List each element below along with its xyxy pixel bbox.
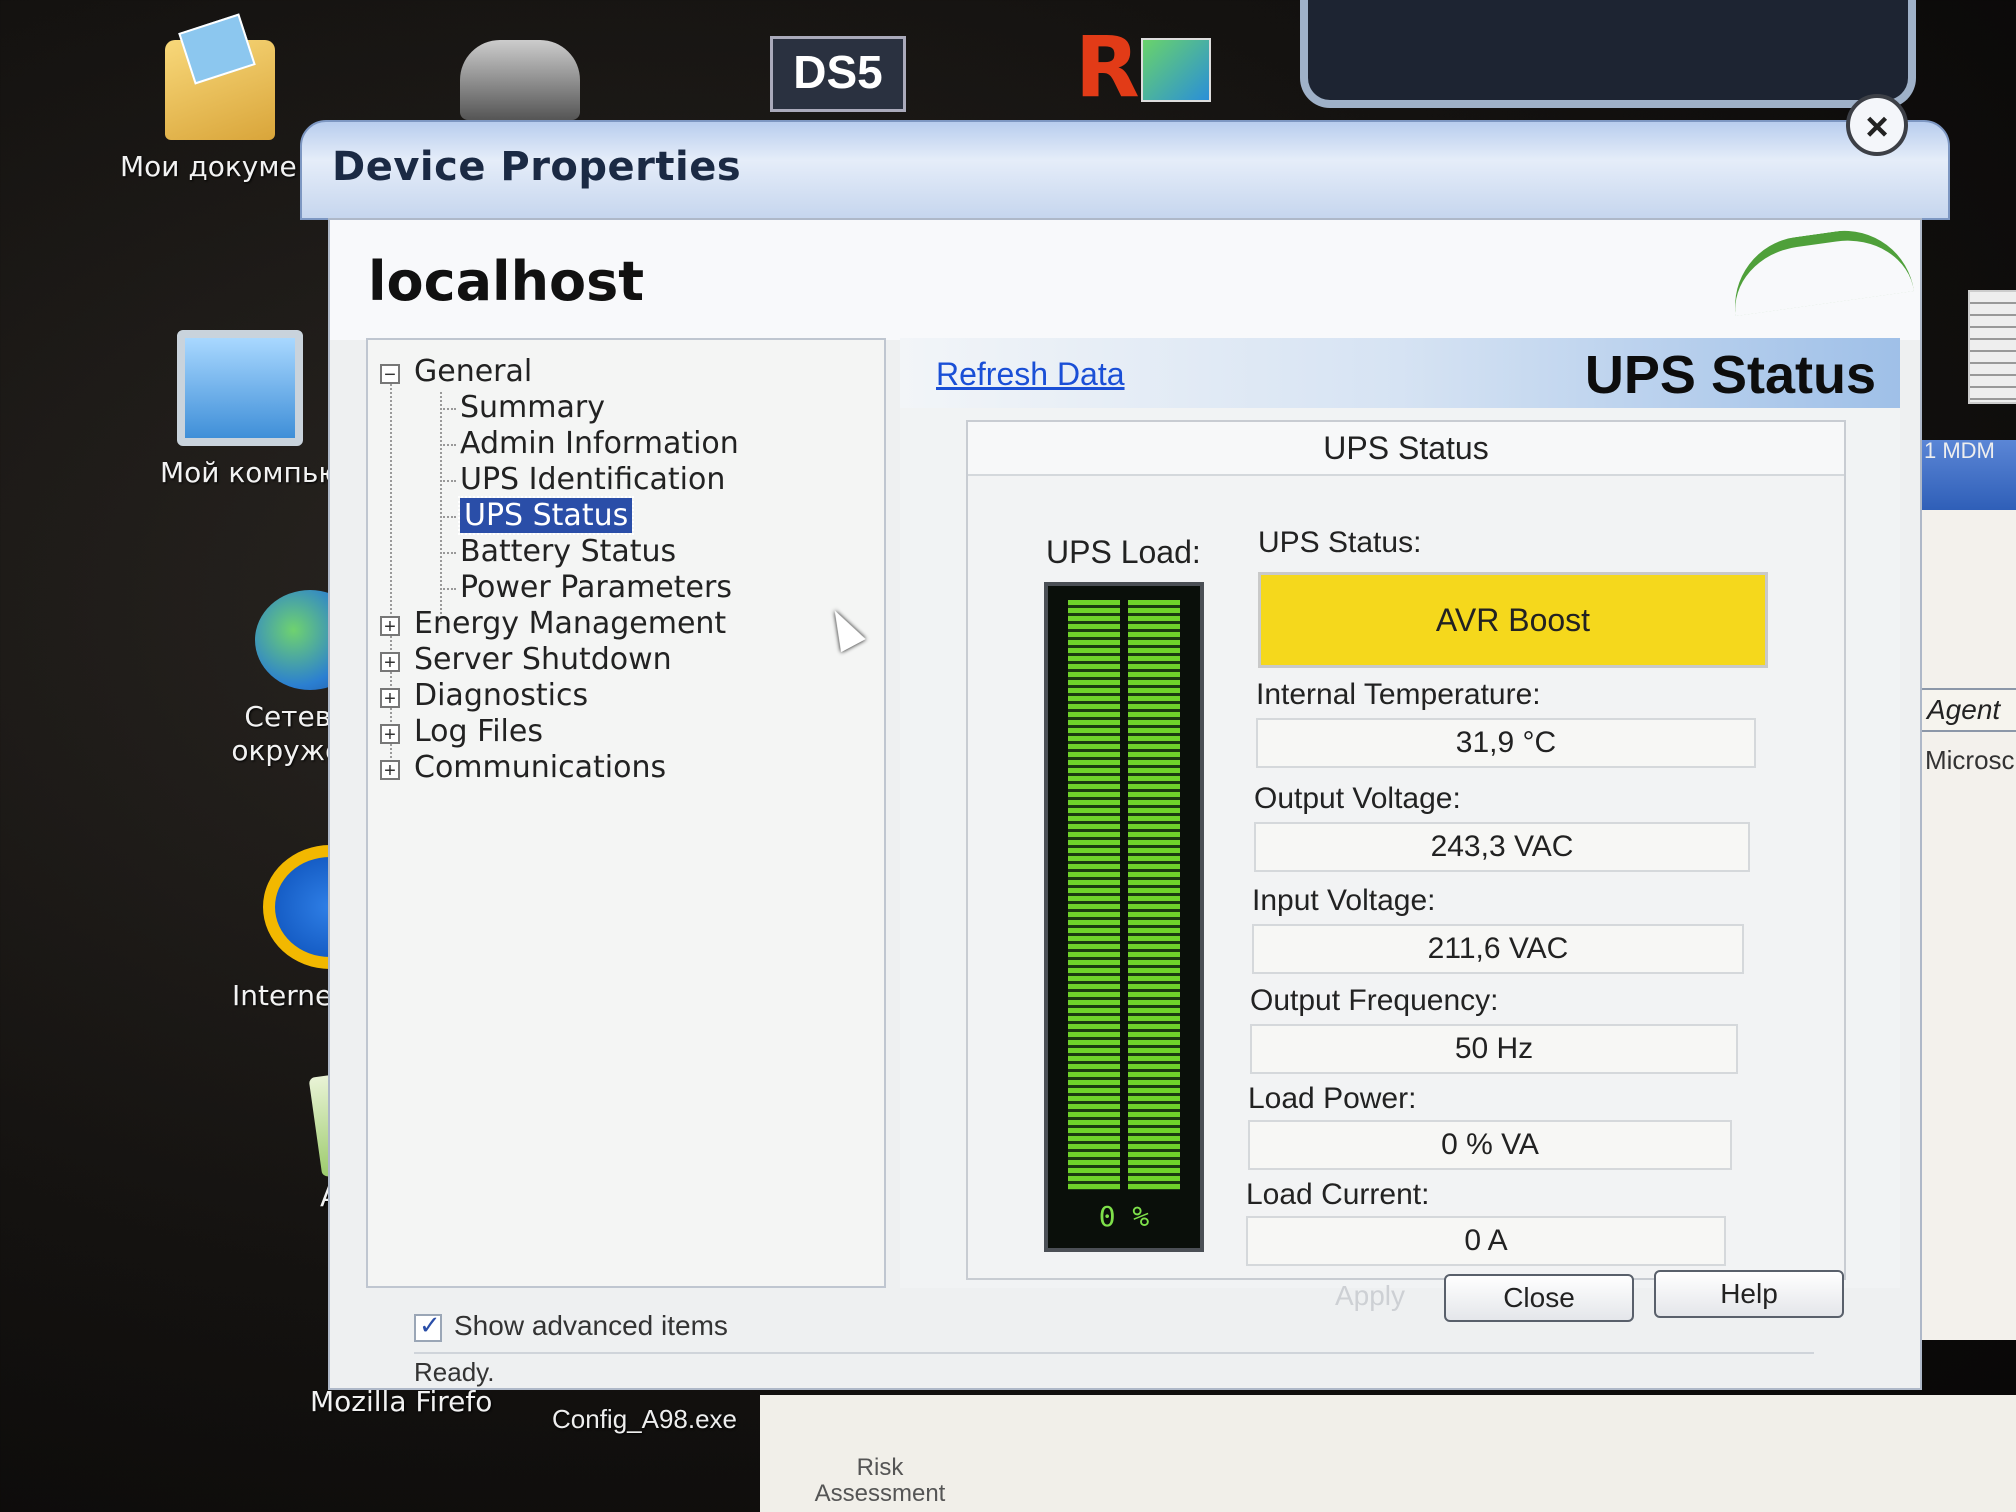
tree-item-label: Summary	[460, 390, 605, 425]
tree-item-ups-identification[interactable]: UPS Identification	[439, 462, 726, 497]
tree-expander-server-shutdown[interactable]: +	[380, 652, 400, 673]
output-voltage-label: Output Voltage:	[1254, 782, 1461, 815]
load-current-label: Load Current:	[1246, 1178, 1430, 1211]
my-computer-icon	[177, 330, 303, 446]
tree-item-label: Admin Information	[460, 426, 739, 461]
output-voltage-value: 243,3 VAC	[1254, 822, 1750, 872]
desktop-icon-label: Mozilla Firefo	[310, 1385, 493, 1418]
notepad-icon[interactable]	[1968, 290, 2016, 404]
status-bar: Ready.	[414, 1352, 1814, 1390]
ds5-icon-text: DS5	[793, 46, 883, 98]
ups-status-groupbox: UPS Status UPS Load: 0 % UPS Status: AVR…	[966, 420, 1846, 1280]
close-icon[interactable]: ×	[1846, 94, 1908, 156]
tree-item-power-parameters[interactable]: Power Parameters	[440, 570, 732, 605]
help-button[interactable]: Help	[1654, 1270, 1844, 1318]
show-advanced-items-label: Show advanced items	[454, 1310, 728, 1341]
tree-item-diagnostics[interactable]: Diagnostics	[414, 678, 588, 713]
load-power-value: 0 % VA	[1248, 1120, 1732, 1170]
navigation-tree: − General Summary Admin Information UPS …	[366, 338, 886, 1288]
dialog-title: Device Properties	[332, 144, 742, 190]
internal-temperature-label: Internal Temperature:	[1256, 678, 1541, 711]
tree-expander-log-files[interactable]: +	[380, 724, 400, 745]
tree-expander-communications[interactable]: +	[380, 760, 400, 781]
device-properties-dialog: Device Properties × localhost − General …	[300, 94, 1950, 1390]
ups-load-meter: 0 %	[1044, 582, 1204, 1252]
dialog-titlebar[interactable]: Device Properties	[300, 120, 1950, 220]
brand-swoosh-logo	[1726, 221, 1914, 317]
tree-item-energy-management[interactable]: Energy Management	[414, 606, 726, 641]
apply-button[interactable]: Apply	[1290, 1274, 1450, 1322]
section-title: UPS Status	[1584, 345, 1876, 405]
groupbox-title: UPS Status	[968, 422, 1844, 476]
tree-item-general[interactable]: General	[414, 354, 532, 389]
output-frequency-value: 50 Hz	[1250, 1024, 1738, 1074]
desktop-icon-config-label[interactable]: Config_A98.exe	[552, 1404, 737, 1435]
host-name: localhost	[368, 250, 645, 313]
dialog-body: localhost − General Summary Admin Inform…	[328, 218, 1922, 1390]
tree-item-label: UPS Status	[457, 496, 635, 535]
meter-column-left	[1068, 600, 1120, 1190]
camera-icon[interactable]	[460, 40, 580, 120]
monitor-bezel	[1300, 0, 1916, 108]
tree-expander-diagnostics[interactable]: +	[380, 688, 400, 709]
tree-item-log-files[interactable]: Log Files	[414, 714, 543, 749]
show-advanced-items-checkbox[interactable]: Show advanced items	[414, 1310, 728, 1342]
meter-column-right	[1128, 600, 1180, 1190]
refresh-data-link[interactable]: Refresh Data	[936, 356, 1125, 393]
tree-item-admin-information[interactable]: Admin Information	[440, 426, 739, 461]
tree-item-label: Battery Status	[460, 534, 677, 569]
internal-temperature-value: 31,9 °C	[1256, 718, 1756, 768]
ups-status-value: AVR Boost	[1258, 572, 1768, 668]
tree-item-server-shutdown[interactable]: Server Shutdown	[414, 642, 672, 677]
output-frequency-label: Output Frequency:	[1250, 984, 1499, 1017]
tree-item-ups-status[interactable]: UPS Status	[439, 496, 635, 535]
tree-expander-general[interactable]: −	[380, 364, 400, 385]
ds5-icon[interactable]: DS5	[770, 36, 906, 112]
tree-item-battery-status[interactable]: Battery Status	[439, 534, 677, 569]
tree-item-summary[interactable]: Summary	[440, 390, 605, 425]
close-button[interactable]: Close	[1444, 1274, 1634, 1322]
section-header: Refresh Data UPS Status	[900, 338, 1900, 408]
tree-item-label: Power Parameters	[460, 570, 732, 605]
tree-expander-energy-management[interactable]: +	[380, 616, 400, 637]
dialog-header: localhost	[330, 220, 1920, 340]
tree-item-communications[interactable]: Communications	[414, 750, 666, 785]
background-window-bottom: Risk Assessment	[760, 1395, 2016, 1512]
load-current-value: 0 A	[1246, 1216, 1726, 1266]
ups-load-percent: 0 %	[1098, 1200, 1150, 1233]
checkbox-checked-icon[interactable]	[414, 1310, 442, 1342]
mouse-pointer-icon	[822, 603, 866, 653]
ups-status-panel: Refresh Data UPS Status UPS Status UPS L…	[900, 338, 1900, 1288]
my-documents-icon	[165, 40, 275, 140]
tree-item-label: UPS Identification	[460, 462, 726, 497]
risk-assessment-label[interactable]: Risk Assessment	[805, 1455, 955, 1507]
input-voltage-label: Input Voltage:	[1252, 884, 1436, 917]
r-app-icon-tile	[1141, 38, 1211, 102]
ups-load-label: UPS Load:	[1046, 534, 1201, 570]
r-app-icon-text: R	[1075, 18, 1140, 116]
load-power-label: Load Power:	[1248, 1082, 1417, 1115]
input-voltage-value: 211,6 VAC	[1252, 924, 1744, 974]
r-app-icon[interactable]: R	[1075, 18, 1215, 116]
tree-guide-line	[390, 380, 392, 770]
ups-status-label: UPS Status:	[1258, 526, 1422, 559]
